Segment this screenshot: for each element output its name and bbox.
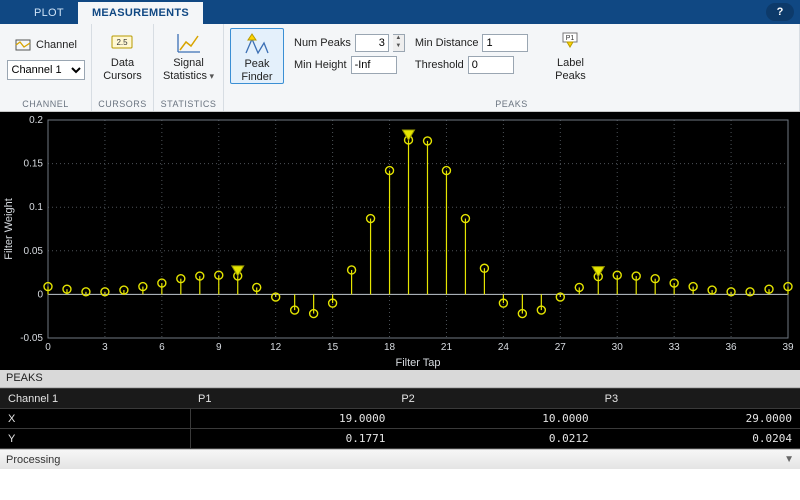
- channel-select[interactable]: Channel 1: [7, 60, 85, 80]
- ribbon-group-peaks: Peak Finder Num Peaks ▲▼ Min Height Min …: [224, 24, 800, 111]
- peak-params-col1: Num Peaks ▲▼ Min Height: [294, 28, 405, 74]
- min-distance-label: Min Distance: [415, 37, 479, 49]
- tab-strip: PLOT MEASUREMENTS ?: [0, 0, 800, 24]
- svg-text:21: 21: [441, 342, 453, 353]
- table-row: X19.000010.000029.0000: [0, 409, 800, 429]
- ribbon-group-statistics: Signal Statistics STATISTICS: [154, 24, 224, 111]
- min-height-label: Min Height: [294, 59, 347, 71]
- num-peaks-label: Num Peaks: [294, 37, 351, 49]
- peaks-cell: 10.0000: [393, 409, 596, 429]
- peaks-col-header: P1: [190, 389, 393, 409]
- svg-text:33: 33: [669, 342, 681, 353]
- svg-text:18: 18: [384, 342, 396, 353]
- svg-text:Filter Weight: Filter Weight: [3, 198, 15, 260]
- peaks-channel-header: Channel 1: [0, 389, 190, 409]
- peaks-row-label: Y: [0, 429, 190, 449]
- ribbon-group-cursors: 2.5 Data Cursors CURSORS: [92, 24, 154, 111]
- status-text: Processing: [6, 454, 60, 466]
- data-cursors-icon: 2.5: [109, 30, 137, 56]
- status-menu-icon[interactable]: ▼: [784, 454, 794, 465]
- threshold-label: Threshold: [415, 59, 464, 71]
- num-peaks-spinner[interactable]: ▲▼: [393, 34, 405, 52]
- svg-text:Filter Tap: Filter Tap: [395, 357, 440, 369]
- svg-text:0.15: 0.15: [24, 159, 44, 170]
- peaks-col-header: P3: [597, 389, 800, 409]
- channel-icon: [14, 36, 32, 54]
- peaks-cell: 0.0204: [597, 429, 800, 449]
- svg-text:30: 30: [612, 342, 624, 353]
- peaks-col-header: P2: [393, 389, 596, 409]
- svg-text:27: 27: [555, 342, 567, 353]
- svg-text:39: 39: [782, 342, 794, 353]
- help-button[interactable]: ?: [766, 3, 794, 21]
- statistics-icon: [175, 30, 203, 56]
- signal-statistics-button[interactable]: Signal Statistics: [163, 28, 215, 82]
- svg-text:P1: P1: [566, 35, 575, 42]
- peak-finder-icon: [243, 31, 271, 57]
- label-peaks-icon: P1: [556, 30, 584, 56]
- status-bar: Processing ▼: [0, 449, 800, 469]
- svg-text:3: 3: [102, 342, 108, 353]
- data-cursors-button[interactable]: 2.5 Data Cursors: [98, 28, 147, 82]
- svg-text:36: 36: [726, 342, 738, 353]
- peaks-cell: 0.0212: [393, 429, 596, 449]
- peak-finder-button[interactable]: Peak Finder: [230, 28, 284, 84]
- label-peaks-button[interactable]: P1 Label Peaks: [544, 28, 596, 82]
- tab-measurements[interactable]: MEASUREMENTS: [78, 2, 203, 24]
- svg-text:0.05: 0.05: [24, 246, 44, 257]
- peaks-table: Channel 1P1P2P3 X19.000010.000029.0000Y0…: [0, 388, 800, 449]
- svg-text:0.1: 0.1: [29, 202, 43, 213]
- svg-text:2.5: 2.5: [116, 38, 128, 47]
- svg-text:0: 0: [37, 289, 43, 300]
- ribbon-group-channel: Channel Channel 1 CHANNEL: [0, 24, 92, 111]
- channel-group-label: CHANNEL: [6, 99, 85, 111]
- channel-label: Channel: [36, 39, 77, 51]
- peaks-panel-title: PEAKS: [0, 370, 800, 388]
- min-distance-input[interactable]: [482, 34, 528, 52]
- ribbon-toolbar: Channel Channel 1 CHANNEL 2.5 Data Curso…: [0, 24, 800, 112]
- cursors-group-label: CURSORS: [98, 99, 147, 111]
- num-peaks-input[interactable]: [355, 34, 389, 52]
- svg-text:6: 6: [159, 342, 165, 353]
- svg-text:24: 24: [498, 342, 510, 353]
- peaks-group-label: PEAKS: [230, 99, 793, 111]
- svg-text:15: 15: [327, 342, 339, 353]
- peaks-cell: 19.0000: [190, 409, 393, 429]
- peak-params-col2: Min Distance Threshold: [415, 28, 529, 74]
- filter-weight-plot[interactable]: -0.0500.050.10.150.203691215182124273033…: [0, 112, 800, 370]
- min-height-input[interactable]: [351, 56, 397, 74]
- svg-text:0: 0: [45, 342, 51, 353]
- table-row: Y0.17710.02120.0204: [0, 429, 800, 449]
- peaks-row-label: X: [0, 409, 190, 429]
- tab-plot[interactable]: PLOT: [20, 2, 78, 24]
- svg-text:-0.05: -0.05: [20, 333, 43, 344]
- svg-text:12: 12: [270, 342, 282, 353]
- peaks-cell: 0.1771: [190, 429, 393, 449]
- statistics-group-label: STATISTICS: [160, 99, 217, 111]
- svg-text:0.2: 0.2: [29, 115, 43, 126]
- svg-text:9: 9: [216, 342, 222, 353]
- threshold-input[interactable]: [468, 56, 514, 74]
- peaks-cell: 29.0000: [597, 409, 800, 429]
